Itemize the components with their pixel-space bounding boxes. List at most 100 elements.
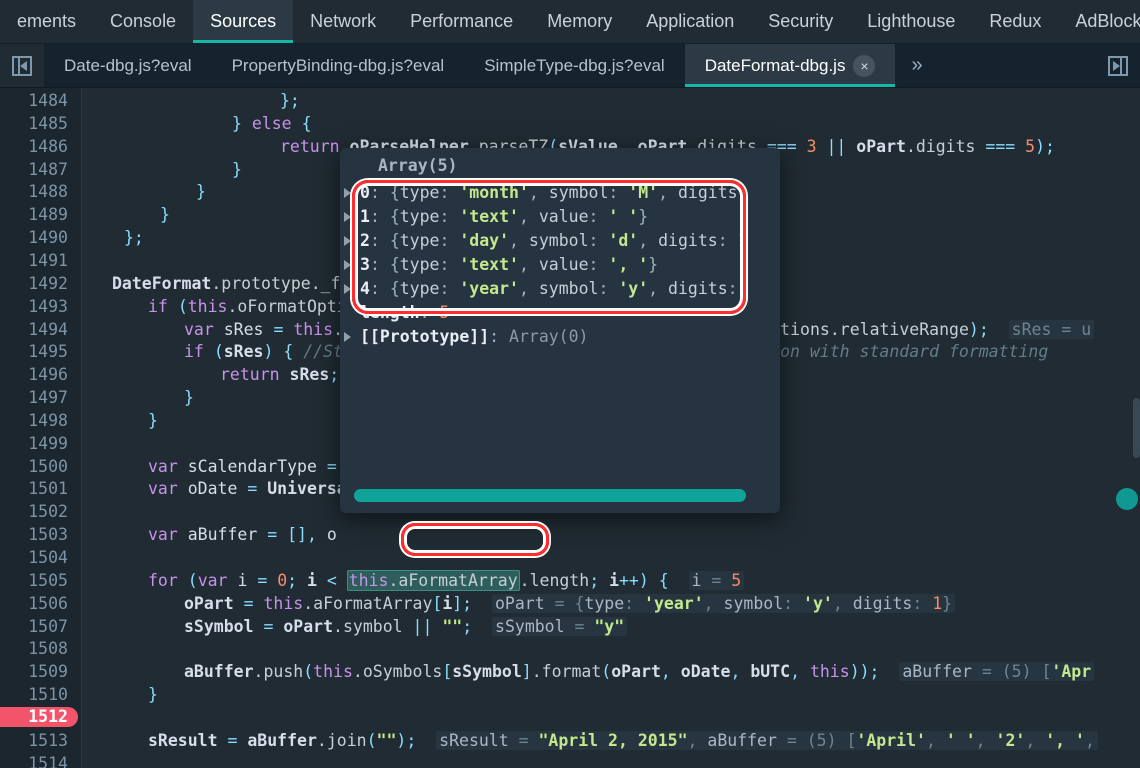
panel-tab-label: ements [17, 11, 77, 31]
inline-eval-hint: aBuffer = (5) ['Apr [899, 662, 1095, 682]
panel-tab-security[interactable]: Security [751, 0, 850, 43]
line-number: 1500 [28, 456, 68, 476]
file-tab-dateformat-dbg[interactable]: DateFormat-dbg.js × [684, 44, 896, 87]
code-line-1506: oPart = this.aFormatArray[i]; oPart = {t… [184, 593, 956, 616]
file-tab-simpletype-dbg[interactable]: SimpleType-dbg.js?eval [464, 44, 684, 87]
line-number: 1507 [28, 616, 68, 636]
more-tabs-button[interactable]: » [895, 44, 938, 87]
panel-tab-console[interactable]: Console [93, 0, 193, 43]
line-number: 1495 [28, 342, 68, 362]
panel-tab-label: Memory [547, 11, 613, 31]
line-number: 1486 [28, 136, 68, 156]
expand-triangle-icon[interactable] [344, 284, 351, 294]
panel-collapse-right-icon [1108, 55, 1128, 76]
code-line-1512: sResult = aBuffer.join(""); sResult = "A… [148, 730, 1098, 753]
panel-tab-label: Console [110, 11, 177, 31]
inline-eval-hint: sResult = "April 2, 2015", aBuffer = (5)… [436, 730, 1098, 750]
sidebar-toggle-button[interactable] [0, 44, 44, 87]
property-key: 0 [360, 183, 370, 202]
line-number: 1497 [28, 388, 68, 407]
inline-eval-hint: sSymbol = "y" [492, 616, 628, 636]
code-line-1487: } [232, 159, 242, 179]
panel-tab-memory[interactable]: Memory [530, 0, 629, 43]
code-line-1489: } [160, 205, 170, 225]
close-icon[interactable]: × [853, 54, 876, 77]
editor-vertical-scrollbar[interactable] [1133, 398, 1140, 458]
panel-tab-redux[interactable]: Redux [972, 0, 1058, 43]
panel-tab-label: AdBlock [1075, 11, 1140, 31]
code-line-1498: } [148, 410, 158, 430]
line-number: 1509 [28, 662, 68, 682]
popup-property-row[interactable]: 4: {type: 'year', symbol: 'y', digits: [340, 277, 780, 301]
code-line-1509: aBuffer.push(this.oSymbols[sSymbol].form… [184, 661, 1095, 684]
line-number: 1488 [28, 182, 68, 202]
panel-tab-label: Sources [210, 11, 277, 31]
code-line-1501: var oDate = Universa [148, 479, 347, 499]
devtools-window: ements Console Sources Network Performan… [0, 0, 1140, 768]
file-tab-label: SimpleType-dbg.js?eval [484, 55, 665, 75]
debugger-pane-toggle-button[interactable] [1096, 44, 1140, 87]
source-file-tabbar: Date-dbg.js?eval PropertyBinding-dbg.js?… [0, 44, 1140, 88]
panel-tab-label: Security [768, 11, 834, 31]
line-number: 1496 [28, 365, 68, 385]
popup-property-row[interactable]: 3: {type: 'text', value: ', '} [340, 253, 780, 277]
panel-tab-adblock[interactable]: AdBlock [1058, 0, 1140, 43]
code-line-1503: var aBuffer = [], o [148, 525, 337, 545]
expand-triangle-icon[interactable] [344, 212, 351, 222]
line-number: 1510 [28, 685, 68, 705]
line-number: 1503 [28, 525, 68, 545]
expand-triangle-icon[interactable] [344, 188, 351, 198]
line-number: 1498 [28, 410, 68, 430]
property-key: [[Prototype]] [360, 327, 490, 346]
line-number: 1514 [28, 753, 68, 768]
panel-tab-elements[interactable]: ements [0, 0, 93, 43]
panel-tab-label: Application [646, 11, 735, 31]
hovered-expression-token[interactable]: this.aFormatArray [346, 569, 520, 591]
breakpoint-marker[interactable]: 1512 [0, 706, 78, 727]
panel-tab-application[interactable]: Application [629, 0, 751, 43]
file-tab-label: Date-dbg.js?eval [64, 55, 192, 75]
panel-tab-label: Redux [989, 11, 1042, 31]
panel-tab-performance[interactable]: Performance [393, 0, 530, 43]
popup-title: Array(5) [378, 156, 458, 175]
panel-tab-lighthouse[interactable]: Lighthouse [850, 0, 972, 43]
line-number: 1508 [28, 639, 68, 659]
code-line-1484: }; [280, 91, 300, 110]
popup-property-row[interactable]: 2: {type: 'day', symbol: 'd', digits: 1 [340, 229, 780, 253]
object-inspector-popup[interactable]: Array(5) 0: {type: 'month', symbol: 'M',… [340, 148, 780, 513]
expand-triangle-icon[interactable] [344, 260, 351, 270]
expand-triangle-icon[interactable] [344, 332, 351, 342]
line-number: 1493 [28, 296, 68, 316]
file-tab-date-dbg[interactable]: Date-dbg.js?eval [44, 44, 212, 87]
file-tab-propertybinding-dbg[interactable]: PropertyBinding-dbg.js?eval [212, 44, 465, 87]
file-tab-label: DateFormat-dbg.js [704, 55, 846, 75]
line-number: 1492 [28, 273, 68, 293]
code-line-1505: for (var i = 0; i < this.aFormatArray .le… [148, 569, 745, 593]
line-number: 1501 [28, 479, 68, 499]
popup-property-row[interactable]: 0: {type: 'month', symbol: 'M', digits: [340, 181, 780, 205]
popup-property-row[interactable]: 1: {type: 'text', value: ' '} [340, 205, 780, 229]
panel-tab-network[interactable]: Network [293, 0, 393, 43]
expand-triangle-icon[interactable] [344, 236, 351, 246]
line-number: 1487 [28, 159, 68, 179]
code-line-1507: sSymbol = oPart.symbol || ""; sSymbol = … [184, 616, 628, 639]
code-line-1510: } [148, 685, 158, 705]
panel-tab-sources[interactable]: Sources [193, 0, 294, 43]
popup-horizontal-scrollbar[interactable] [354, 489, 746, 502]
inline-eval-hint: sRes = u [1008, 319, 1095, 339]
line-number: 1491 [28, 250, 68, 270]
line-number: 1502 [28, 502, 68, 522]
line-number: 1484 [28, 91, 68, 110]
line-number: 1499 [28, 433, 68, 453]
line-number: 1489 [28, 205, 68, 225]
line-number: 1490 [28, 228, 68, 248]
property-key: length [360, 303, 420, 322]
code-line-1488: } [196, 182, 206, 202]
popup-prototype-row[interactable]: [[Prototype]]: Array(0) [340, 325, 780, 349]
inline-eval-hint: oPart = {type: 'year', symbol: 'y', digi… [492, 593, 956, 613]
mouse-cursor-indicator [1116, 488, 1138, 510]
panel-tab-label: Lighthouse [867, 11, 956, 31]
inline-eval-hint: i = 5 [688, 570, 745, 590]
line-number: 1513 [28, 730, 68, 750]
line-number: 1485 [28, 113, 68, 133]
